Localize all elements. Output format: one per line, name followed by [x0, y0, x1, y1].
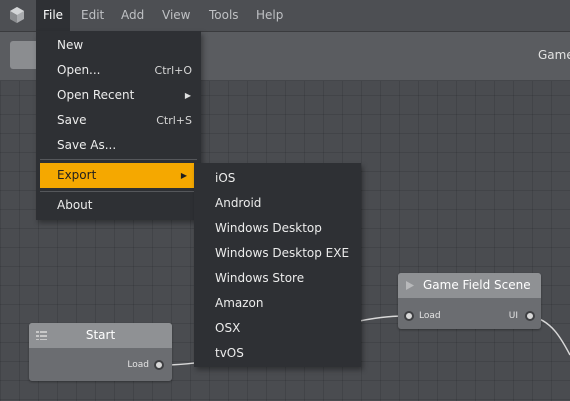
- menu-separator: [40, 191, 197, 192]
- export-item-windows-store[interactable]: Windows Store: [215, 266, 304, 291]
- menu-help[interactable]: Help: [256, 0, 283, 31]
- export-item-windows-desktop-exe[interactable]: Windows Desktop EXE: [215, 241, 349, 266]
- export-item-ios[interactable]: iOS: [215, 166, 235, 191]
- start-node[interactable]: Start Load: [29, 323, 172, 381]
- menu-item-save-label: Save: [57, 113, 87, 127]
- export-item-osx[interactable]: OSX: [215, 316, 240, 341]
- menu-item-save-shortcut: Ctrl+S: [156, 114, 192, 127]
- export-item-amazon[interactable]: Amazon: [215, 291, 264, 316]
- menu-item-export-label: Export: [57, 168, 97, 182]
- game-field-scene-node[interactable]: Game Field Scene Load UI: [398, 273, 541, 329]
- game-field-ui-output-port[interactable]: [525, 311, 535, 321]
- file-menu-dropdown: New Open... Ctrl+O Open Recent ▶ Save Ct…: [36, 31, 201, 220]
- menu-item-new-label: New: [57, 38, 84, 52]
- submenu-arrow-icon: ▶: [184, 91, 191, 100]
- menu-item-open[interactable]: Open... Ctrl+O: [36, 58, 201, 83]
- export-item-android[interactable]: Android: [215, 191, 261, 216]
- menu-edit[interactable]: Edit: [81, 0, 104, 31]
- menu-item-new[interactable]: New: [36, 33, 201, 58]
- game-field-load-input-port[interactable]: [404, 311, 414, 321]
- menu-file[interactable]: File: [36, 0, 70, 31]
- start-node-header[interactable]: Start: [29, 323, 172, 348]
- menu-item-export[interactable]: Export ▶: [40, 163, 197, 188]
- menu-item-open-recent[interactable]: Open Recent ▶: [36, 83, 201, 108]
- menu-item-open-recent-label: Open Recent: [57, 88, 135, 102]
- start-node-title: Start: [85, 328, 116, 342]
- submenu-arrow-icon: ▶: [180, 171, 187, 180]
- play-icon: [406, 281, 414, 290]
- menu-add[interactable]: Add: [121, 0, 144, 31]
- menu-item-about[interactable]: About: [36, 193, 201, 218]
- export-item-windows-desktop[interactable]: Windows Desktop: [215, 216, 322, 241]
- start-load-output-port[interactable]: [154, 360, 164, 370]
- menu-item-about-label: About: [57, 198, 93, 212]
- menu-view[interactable]: View: [162, 0, 190, 31]
- menu-item-save-as-label: Save As...: [57, 138, 117, 152]
- menu-bar: File Edit Add View Tools Help: [0, 0, 570, 32]
- export-submenu: iOS Android Windows Desktop Windows Desk…: [194, 163, 361, 367]
- game-field-scene-node-title: Game Field Scene: [423, 278, 531, 292]
- menu-separator: [40, 159, 197, 160]
- game-field-load-port-label: Load: [419, 311, 441, 321]
- menu-item-save[interactable]: Save Ctrl+S: [36, 108, 201, 133]
- start-load-port-label: Load: [127, 360, 149, 370]
- menu-item-open-label: Open...: [57, 63, 101, 77]
- app-logo-icon[interactable]: [8, 6, 26, 24]
- game-field-scene-node-header[interactable]: Game Field Scene: [398, 273, 541, 298]
- export-item-tvos[interactable]: tvOS: [215, 341, 244, 366]
- menu-item-open-shortcut: Ctrl+O: [154, 64, 192, 77]
- scene-tab[interactable]: Game: [538, 48, 570, 62]
- game-field-ui-port-label: UI: [508, 311, 518, 321]
- menu-item-save-as[interactable]: Save As...: [36, 133, 201, 158]
- menu-tools[interactable]: Tools: [209, 0, 239, 31]
